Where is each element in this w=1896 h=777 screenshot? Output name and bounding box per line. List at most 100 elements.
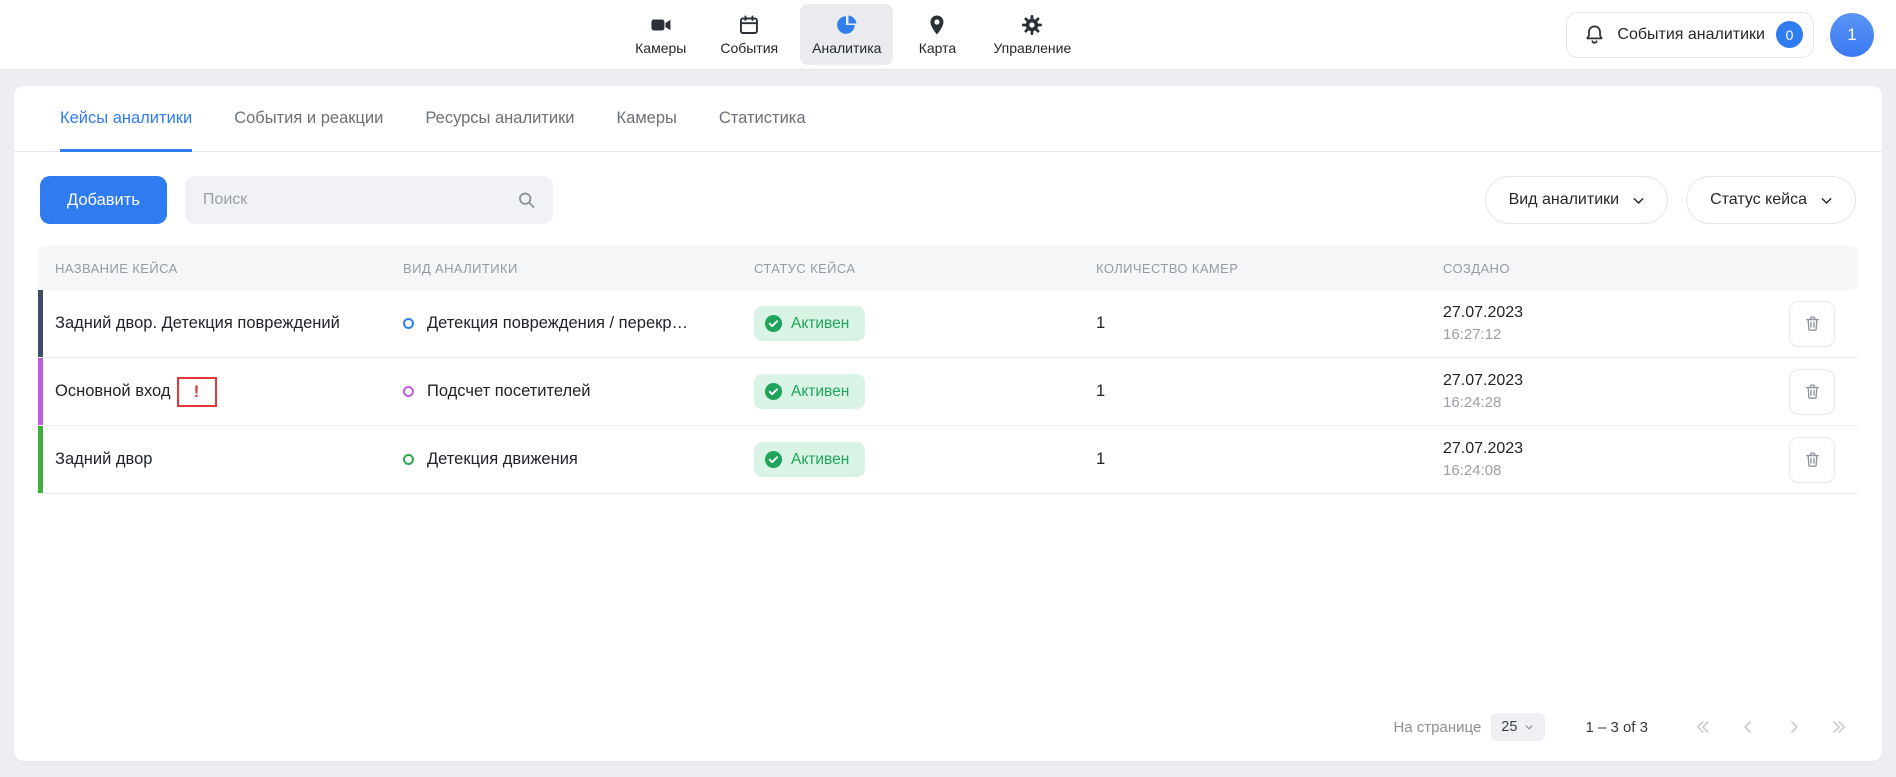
table-row[interactable]: Основной вход ! Подсчет посетителей Акти… — [38, 358, 1858, 426]
search-box — [185, 176, 553, 224]
table-row[interactable]: Задний двор. Детекция повреждений Детекц… — [38, 290, 1858, 358]
last-page-button[interactable] — [1830, 717, 1850, 737]
header-created: СОЗДАНО — [1426, 261, 1766, 276]
status-text: Активен — [791, 383, 849, 401]
pagination-range: 1 – 3 of 3 — [1585, 719, 1648, 736]
created-time: 16:24:28 — [1443, 394, 1766, 411]
bell-icon — [1583, 23, 1606, 46]
cell-case-status: Активен — [737, 374, 1079, 409]
analytics-type-text: Детекция повреждения / перекр… — [427, 314, 688, 333]
main-nav: Камеры События Аналитика — [623, 0, 1083, 69]
trash-icon — [1803, 314, 1822, 333]
toolbar: Добавить Вид аналитики Статус кейса — [14, 152, 1882, 246]
cell-created: 27.07.2023 16:24:08 — [1426, 440, 1766, 479]
cell-case-status: Активен — [737, 442, 1079, 477]
created-date: 27.07.2023 — [1443, 304, 1766, 322]
status-text: Активен — [791, 315, 849, 333]
nav-item-cameras[interactable]: Камеры — [623, 4, 698, 65]
page-content: Кейсы аналитики События и реакции Ресурс… — [0, 70, 1896, 777]
nav-item-events[interactable]: События — [708, 4, 790, 65]
delete-case-button[interactable] — [1789, 301, 1835, 347]
search-input[interactable] — [185, 176, 553, 224]
table-header-row: НАЗВАНИЕ КЕЙСА ВИД АНАЛИТИКИ СТАТУС КЕЙС… — [38, 246, 1858, 290]
cell-analytics-type: Детекция движения — [386, 450, 737, 469]
nav-item-management[interactable]: Управление — [981, 4, 1083, 65]
avatar[interactable]: 1 — [1830, 13, 1874, 57]
prev-page-button[interactable] — [1738, 717, 1758, 737]
chevron-down-icon — [1630, 192, 1647, 209]
analytics-type-icon — [403, 318, 414, 329]
cell-camera-count: 1 — [1079, 450, 1426, 469]
created-date: 27.07.2023 — [1443, 440, 1766, 458]
nav-label-map: Карта — [919, 40, 956, 56]
cell-case-name: Задний двор — [38, 450, 386, 469]
cell-created: 27.07.2023 16:24:28 — [1426, 372, 1766, 411]
header-camera-count: КОЛИЧЕСТВО КАМЕР — [1079, 261, 1426, 276]
analytics-type-icon — [403, 454, 414, 465]
video-camera-icon — [649, 13, 673, 37]
nav-label-analytics: Аналитика — [812, 40, 881, 56]
header-analytics-type: ВИД АНАЛИТИКИ — [386, 261, 737, 276]
created-time: 16:24:08 — [1443, 462, 1766, 479]
tab-analytics-cases[interactable]: Кейсы аналитики — [60, 86, 192, 152]
delete-case-button[interactable] — [1789, 437, 1835, 483]
analytics-type-filter[interactable]: Вид аналитики — [1485, 176, 1669, 224]
status-text: Активен — [791, 451, 849, 469]
per-page-select[interactable]: 25 — [1491, 713, 1545, 741]
cell-case-name: Задний двор. Детекция повреждений — [38, 314, 386, 333]
cell-actions — [1766, 369, 1858, 415]
tabs-bar: Кейсы аналитики События и реакции Ресурс… — [14, 86, 1882, 152]
table-row[interactable]: Задний двор Детекция движения Активен 1 … — [38, 426, 1858, 494]
next-page-button[interactable] — [1784, 717, 1804, 737]
cell-analytics-type: Детекция повреждения / перекр… — [386, 314, 737, 333]
case-status-filter[interactable]: Статус кейса — [1686, 176, 1856, 224]
created-date: 27.07.2023 — [1443, 372, 1766, 390]
nav-item-analytics[interactable]: Аналитика — [800, 4, 893, 65]
header-case-name: НАЗВАНИЕ КЕЙСА — [38, 261, 386, 276]
map-pin-icon — [925, 13, 949, 37]
pagination-bar: На странице 25 1 – 3 of 3 — [14, 697, 1882, 761]
cell-analytics-type: Подсчет посетителей — [386, 382, 737, 401]
topbar-right: События аналитики 0 1 — [1566, 12, 1874, 58]
tab-analytics-resources[interactable]: Ресурсы аналитики — [425, 86, 574, 152]
calendar-icon — [737, 13, 761, 37]
add-button[interactable]: Добавить — [40, 176, 167, 224]
analytics-events-button[interactable]: События аналитики 0 — [1566, 12, 1814, 58]
tab-cameras[interactable]: Камеры — [617, 86, 677, 152]
nav-label-management: Управление — [993, 40, 1071, 56]
cell-case-name: Основной вход ! — [38, 377, 386, 407]
row-color-stripe — [38, 290, 43, 357]
chevron-right-icon — [1784, 717, 1804, 737]
cases-table: НАЗВАНИЕ КЕЙСА ВИД АНАЛИТИКИ СТАТУС КЕЙС… — [38, 246, 1858, 494]
row-color-stripe — [38, 426, 43, 493]
nav-label-cameras: Камеры — [635, 40, 686, 56]
case-status-filter-label: Статус кейса — [1710, 191, 1807, 209]
pie-chart-icon — [835, 13, 859, 37]
gear-icon — [1020, 13, 1044, 37]
delete-case-button[interactable] — [1789, 369, 1835, 415]
analytics-events-label: События аналитики — [1617, 26, 1765, 44]
chevron-left-icon — [1738, 717, 1758, 737]
tab-events-reactions[interactable]: События и реакции — [234, 86, 383, 152]
cell-case-status: Активен — [737, 306, 1079, 341]
cell-created: 27.07.2023 16:27:12 — [1426, 304, 1766, 343]
analytics-type-text: Подсчет посетителей — [427, 382, 591, 401]
analytics-cases-card: Кейсы аналитики События и реакции Ресурс… — [14, 86, 1882, 761]
created-time: 16:27:12 — [1443, 326, 1766, 343]
double-chevron-left-icon — [1692, 717, 1712, 737]
per-page-value: 25 — [1501, 719, 1517, 735]
cell-camera-count: 1 — [1079, 382, 1426, 401]
first-page-button[interactable] — [1692, 717, 1712, 737]
nav-label-events: События — [720, 40, 778, 56]
cell-camera-count: 1 — [1079, 314, 1426, 333]
trash-icon — [1803, 382, 1822, 401]
case-name-text: Основной вход — [55, 382, 171, 401]
cell-actions — [1766, 437, 1858, 483]
analytics-type-text: Детекция движения — [427, 450, 578, 469]
events-count-badge: 0 — [1776, 21, 1803, 48]
top-bar: Камеры События Аналитика — [0, 0, 1896, 70]
analytics-type-icon — [403, 386, 414, 397]
per-page-control: На странице 25 — [1393, 713, 1545, 741]
nav-item-map[interactable]: Карта — [903, 4, 971, 65]
tab-statistics[interactable]: Статистика — [719, 86, 806, 152]
